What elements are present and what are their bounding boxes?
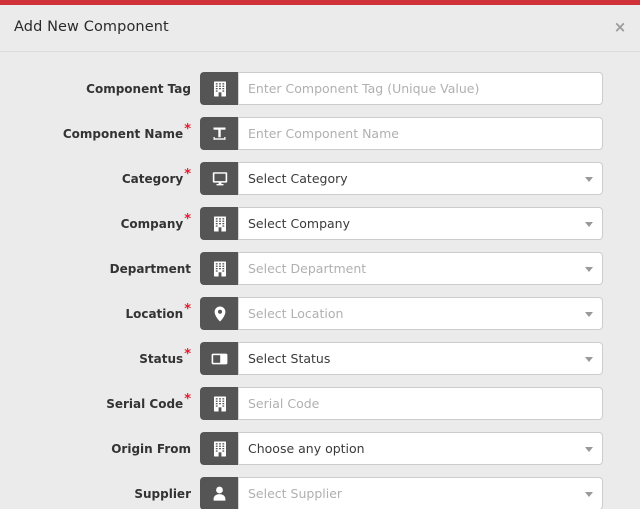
desktop-monitor-icon (200, 162, 238, 195)
placeholder-text: Select Supplier (248, 486, 343, 501)
required-asterisk: * (184, 346, 191, 362)
required-asterisk: * (184, 121, 191, 137)
placeholder-text: Enter Component Tag (Unique Value) (248, 81, 480, 96)
field-label-text: Supplier (134, 486, 191, 501)
input-group-department: Select Department (200, 252, 603, 285)
selected-value: Choose any option (248, 441, 365, 456)
field-label-category: Category* (0, 168, 200, 186)
form-row-category: Category* Select Category (0, 156, 640, 201)
required-asterisk: * (184, 166, 191, 182)
placeholder-text: Select Location (248, 306, 344, 321)
select-company[interactable]: Select Company (238, 207, 603, 240)
user-icon (200, 477, 238, 509)
building-icon (200, 207, 238, 240)
required-asterisk: * (184, 211, 191, 227)
chevron-down-icon[interactable] (585, 176, 593, 182)
input-serial-code[interactable]: Serial Code (238, 387, 603, 420)
form-row-status: Status* Select Status (0, 336, 640, 381)
input-group-serial-code: Serial Code (200, 387, 603, 420)
select-origin-from[interactable]: Choose any option (238, 432, 603, 465)
field-label-text: Origin From (111, 441, 191, 456)
form-row-supplier: Supplier Select Supplier (0, 471, 640, 509)
placeholder-text: Serial Code (248, 396, 320, 411)
field-label-company: Company* (0, 213, 200, 231)
form-row-serial-code: Serial Code* Serial Code (0, 381, 640, 426)
input-component-tag[interactable]: Enter Component Tag (Unique Value) (238, 72, 603, 105)
field-label-text: Component Tag (86, 81, 191, 96)
selected-value: Select Category (248, 171, 348, 186)
field-label-supplier: Supplier (0, 488, 200, 500)
building-icon (200, 387, 238, 420)
required-asterisk: * (184, 301, 191, 317)
field-label-department: Department (0, 263, 200, 275)
selected-value: Select Status (248, 351, 331, 366)
building-icon (200, 432, 238, 465)
select-status[interactable]: Select Status (238, 342, 603, 375)
map-pin-icon (200, 297, 238, 330)
selected-value: Select Company (248, 216, 351, 231)
select-category[interactable]: Select Category (238, 162, 603, 195)
field-label-status: Status* (0, 348, 200, 366)
field-label-text: Department (109, 261, 191, 276)
modal-header: Add New Component × (0, 5, 640, 52)
chevron-down-icon[interactable] (585, 221, 593, 227)
required-asterisk: * (184, 391, 191, 407)
page-title: Add New Component (14, 19, 169, 35)
field-label-text: Company (120, 216, 184, 231)
select-supplier[interactable]: Select Supplier (238, 477, 603, 509)
select-department[interactable]: Select Department (238, 252, 603, 285)
chevron-down-icon[interactable] (585, 491, 593, 497)
building-icon (200, 252, 238, 285)
field-label-text: Serial Code (106, 396, 184, 411)
form-row-company: Company* Select Company (0, 201, 640, 246)
field-label-text: Category (121, 171, 184, 186)
field-label-origin-from: Origin From (0, 443, 200, 455)
chevron-down-icon[interactable] (585, 266, 593, 272)
form-row-component-tag: Component Tag Enter Component Tag (Unique… (0, 66, 640, 111)
input-group-location: Select Location (200, 297, 603, 330)
component-form: Component Tag Enter Component Tag (Unique… (0, 52, 640, 509)
input-component-name[interactable]: Enter Component Name (238, 117, 603, 150)
chevron-down-icon[interactable] (585, 356, 593, 362)
placeholder-text: Enter Component Name (248, 126, 399, 141)
field-label-serial-code: Serial Code* (0, 393, 200, 411)
form-row-component-name: Component Name* Enter Component Name (0, 111, 640, 156)
close-icon[interactable]: × (609, 16, 631, 38)
building-icon (200, 72, 238, 105)
field-label-text: Component Name (62, 126, 184, 141)
input-group-company: Select Company (200, 207, 603, 240)
input-group-supplier: Select Supplier (200, 477, 603, 509)
field-label-component-name: Component Name* (0, 123, 200, 141)
form-row-origin-from: Origin From Choose any option (0, 426, 640, 471)
input-group-origin-from: Choose any option (200, 432, 603, 465)
input-group-component-name: Enter Component Name (200, 117, 603, 150)
toggle-switch-icon (200, 342, 238, 375)
chevron-down-icon[interactable] (585, 446, 593, 452)
form-row-location: Location* Select Location (0, 291, 640, 336)
select-location[interactable]: Select Location (238, 297, 603, 330)
field-label-text: Location (125, 306, 184, 321)
form-row-department: Department Select Department (0, 246, 640, 291)
input-group-component-tag: Enter Component Tag (Unique Value) (200, 72, 603, 105)
placeholder-text: Select Department (248, 261, 367, 276)
text-format-icon (200, 117, 238, 150)
input-group-category: Select Category (200, 162, 603, 195)
field-label-text: Status (139, 351, 184, 366)
field-label-location: Location* (0, 303, 200, 321)
add-component-modal: Add New Component × Component Tag Enter C… (0, 0, 640, 509)
field-label-component-tag: Component Tag (0, 83, 200, 95)
input-group-status: Select Status (200, 342, 603, 375)
chevron-down-icon[interactable] (585, 311, 593, 317)
